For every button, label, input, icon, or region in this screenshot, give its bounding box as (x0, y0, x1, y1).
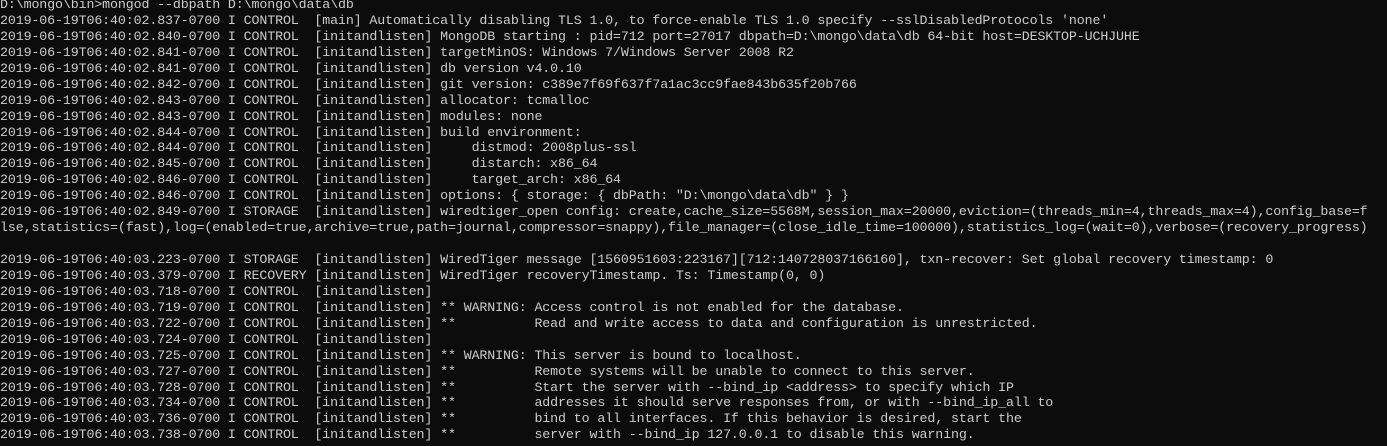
warning-line: 2019-06-19T06:40:03.734-0700 I CONTROL [… (0, 395, 1054, 411)
log-line: 2019-06-19T06:40:02.843-0700 I CONTROL [… (0, 92, 590, 108)
log-line: 2019-06-19T06:40:02.846-0700 I CONTROL [… (0, 188, 849, 204)
log-line-wrapped: lse,statistics=(fast),log=(enabled=true,… (0, 220, 1368, 236)
log-line: 2019-06-19T06:40:02.842-0700 I CONTROL [… (0, 76, 857, 92)
command-line: D:\mongo\bin>mongod --dbpath D:\mongo\da… (0, 0, 354, 12)
log-line: 2019-06-19T06:40:02.846-0700 I CONTROL [… (0, 172, 621, 188)
log-line: 2019-06-19T06:40:02.843-0700 I CONTROL [… (0, 108, 543, 124)
log-line: 2019-06-19T06:40:03.379-0700 I RECOVERY … (0, 267, 826, 283)
warning-line: 2019-06-19T06:40:03.736-0700 I CONTROL [… (0, 411, 1022, 427)
log-line: 2019-06-19T06:40:03.718-0700 I CONTROL [… (0, 283, 433, 299)
warning-line: 2019-06-19T06:40:03.722-0700 I CONTROL [… (0, 315, 1038, 331)
log-line: 2019-06-19T06:40:03.724-0700 I CONTROL [… (0, 331, 433, 347)
log-line: 2019-06-19T06:40:02.837-0700 I CONTROL [… (0, 12, 1109, 28)
log-line: 2019-06-19T06:40:03.223-0700 I STORAGE [… (0, 252, 1274, 267)
warning-line: 2019-06-19T06:40:03.727-0700 I CONTROL [… (0, 363, 975, 379)
log-line: 2019-06-19T06:40:02.845-0700 I CONTROL [… (0, 156, 598, 172)
log-line: 2019-06-19T06:40:02.841-0700 I CONTROL [… (0, 44, 794, 60)
log-line: 2019-06-19T06:40:02.844-0700 I CONTROL [… (0, 140, 637, 156)
log-line: 2019-06-19T06:40:02.849-0700 I STORAGE [… (0, 204, 1368, 220)
warning-line: 2019-06-19T06:40:03.719-0700 I CONTROL [… (0, 299, 904, 315)
warning-line: 2019-06-19T06:40:03.728-0700 I CONTROL [… (0, 379, 1014, 395)
warning-line: 2019-06-19T06:40:03.725-0700 I CONTROL [… (0, 347, 802, 363)
log-line: 2019-06-19T06:40:02.840-0700 I CONTROL [… (0, 28, 1140, 44)
log-line: 2019-06-19T06:40:02.844-0700 I CONTROL [… (0, 124, 582, 140)
warning-line: 2019-06-19T06:40:03.738-0700 I CONTROL [… (0, 427, 975, 443)
log-line: 2019-06-19T06:40:02.841-0700 I CONTROL [… (0, 60, 582, 76)
terminal-output[interactable]: D:\mongo\bin>mongod --dbpath D:\mongo\da… (0, 0, 1387, 446)
